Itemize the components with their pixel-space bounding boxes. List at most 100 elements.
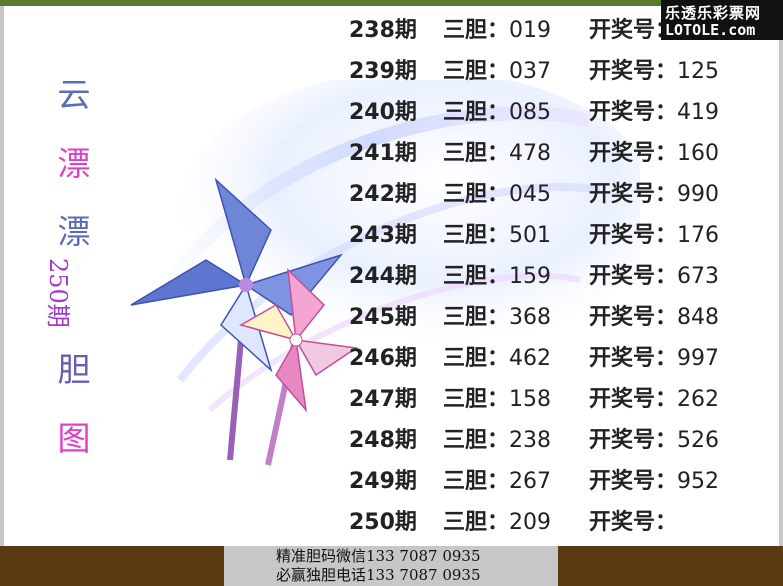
kai-label: 开奖号： — [589, 264, 678, 289]
dan-label: 三胆： — [443, 346, 510, 371]
dan-cell: 三胆：209 — [443, 504, 551, 536]
kai-label: 开奖号： — [589, 305, 678, 330]
dan-cell: 三胆：045 — [443, 176, 551, 208]
kai-cell: 开奖号：125 — [589, 53, 719, 85]
period-label: 246期 — [349, 346, 417, 371]
dan-cell: 三胆：019 — [443, 12, 551, 44]
period-label: 247期 — [349, 387, 417, 412]
kai-value: 673 — [677, 264, 720, 289]
kai-cell: 开奖号：997 — [589, 340, 719, 372]
dan-cell: 三胆：085 — [443, 94, 551, 126]
dan-value: 267 — [509, 469, 552, 494]
kai-label: 开奖号： — [589, 182, 678, 207]
kai-value: 160 — [677, 141, 720, 166]
dan-value: 209 — [509, 510, 552, 535]
kai-label: 开奖号： — [589, 428, 678, 453]
dan-label: 三胆： — [443, 59, 510, 84]
dan-cell: 三胆：267 — [443, 463, 551, 495]
period-label: 248期 — [349, 428, 417, 453]
kai-cell: 开奖号：419 — [589, 94, 719, 126]
table-row: 245期 三胆：368 开奖号：848 — [0, 299, 783, 339]
kai-value: 526 — [677, 428, 720, 453]
dan-cell: 三胆：238 — [443, 422, 551, 454]
dan-cell: 三胆：368 — [443, 299, 551, 331]
dan-value: 085 — [509, 100, 552, 125]
kai-cell: 开奖号：176 — [589, 217, 719, 249]
dan-label: 三胆： — [443, 387, 510, 412]
table-row: 250期 三胆：209 开奖号： — [0, 504, 783, 544]
kai-value: 997 — [677, 346, 720, 371]
dan-label: 三胆： — [443, 18, 510, 43]
period-label: 238期 — [349, 18, 417, 43]
table-row: 240期 三胆：085 开奖号：419 — [0, 94, 783, 134]
brand-watermark: 乐透乐彩票网 LOTOLE.com — [661, 0, 783, 40]
kai-cell: 开奖号：262 — [589, 381, 719, 413]
kai-value: 419 — [677, 100, 720, 125]
brand-name-en: LOTOLE.com — [665, 21, 756, 39]
kai-cell: 开奖号：526 — [589, 422, 719, 454]
period-label: 243期 — [349, 223, 417, 248]
dan-value: 501 — [509, 223, 552, 248]
table-row: 247期 三胆：158 开奖号：262 — [0, 381, 783, 421]
kai-value: 262 — [677, 387, 720, 412]
table-row: 243期 三胆：501 开奖号：176 — [0, 217, 783, 257]
dan-label: 三胆： — [443, 223, 510, 248]
dan-label: 三胆： — [443, 141, 510, 166]
dan-label: 三胆： — [443, 305, 510, 330]
contact-line: 必赢独胆电话133 7087 0935 — [276, 566, 481, 584]
dan-cell: 三胆：501 — [443, 217, 551, 249]
kai-cell: 开奖号：848 — [589, 299, 719, 331]
table-row: 242期 三胆：045 开奖号：990 — [0, 176, 783, 216]
table-row: 241期 三胆：478 开奖号：160 — [0, 135, 783, 175]
dan-value: 238 — [509, 428, 552, 453]
dan-value: 159 — [509, 264, 552, 289]
period-label: 239期 — [349, 59, 417, 84]
kai-cell: 开奖号： — [589, 504, 677, 536]
image-frame: 云 漂 漂 胆 图 250期 238期 三胆：019 开奖号： 239期 三胆：037 开… — [0, 0, 783, 586]
kai-value: 848 — [677, 305, 720, 330]
dan-cell: 三胆：478 — [443, 135, 551, 167]
kai-cell: 开奖号：673 — [589, 258, 719, 290]
table-row: 239期 三胆：037 开奖号：125 — [0, 53, 783, 93]
dan-label: 三胆： — [443, 510, 510, 535]
kai-label: 开奖号： — [589, 469, 678, 494]
kai-label: 开奖号： — [589, 346, 678, 371]
dan-cell: 三胆：158 — [443, 381, 551, 413]
dan-value: 158 — [509, 387, 552, 412]
period-label: 240期 — [349, 100, 417, 125]
dan-value: 045 — [509, 182, 552, 207]
kai-label: 开奖号： — [589, 100, 678, 125]
brand-name-cn: 乐透乐彩票网 — [665, 4, 762, 22]
kai-label: 开奖号： — [589, 223, 678, 248]
table-row: 244期 三胆：159 开奖号：673 — [0, 258, 783, 298]
dan-cell: 三胆：462 — [443, 340, 551, 372]
table-row: 249期 三胆：267 开奖号：952 — [0, 463, 783, 503]
dan-value: 037 — [509, 59, 552, 84]
dan-cell: 三胆：159 — [443, 258, 551, 290]
kai-label: 开奖号： — [589, 387, 678, 412]
period-label: 245期 — [349, 305, 417, 330]
contact-line: 精准胆码微信133 7087 0935 — [276, 547, 481, 565]
kai-value: 952 — [677, 469, 720, 494]
dan-label: 三胆： — [443, 469, 510, 494]
period-label: 249期 — [349, 469, 417, 494]
dan-label: 三胆： — [443, 100, 510, 125]
table-row: 248期 三胆：238 开奖号：526 — [0, 422, 783, 462]
dan-label: 三胆： — [443, 428, 510, 453]
kai-label: 开奖号： — [589, 59, 678, 84]
kai-value: 990 — [677, 182, 720, 207]
kai-label: 开奖号： — [589, 510, 678, 535]
period-label: 242期 — [349, 182, 417, 207]
dan-value: 019 — [509, 18, 552, 43]
dan-value: 462 — [509, 346, 552, 371]
dan-value: 368 — [509, 305, 552, 330]
kai-value: 176 — [677, 223, 720, 248]
dan-cell: 三胆：037 — [443, 53, 551, 85]
lottery-table: 238期 三胆：019 开奖号： 239期 三胆：037 开奖号：125 240期 三胆：08… — [0, 0, 783, 546]
contact-box: 精准胆码微信133 7087 0935 必赢独胆电话133 7087 0935 — [224, 546, 558, 586]
dan-label: 三胆： — [443, 264, 510, 289]
period-label: 244期 — [349, 264, 417, 289]
kai-label: 开奖号： — [589, 141, 678, 166]
dan-label: 三胆： — [443, 182, 510, 207]
dan-value: 478 — [509, 141, 552, 166]
